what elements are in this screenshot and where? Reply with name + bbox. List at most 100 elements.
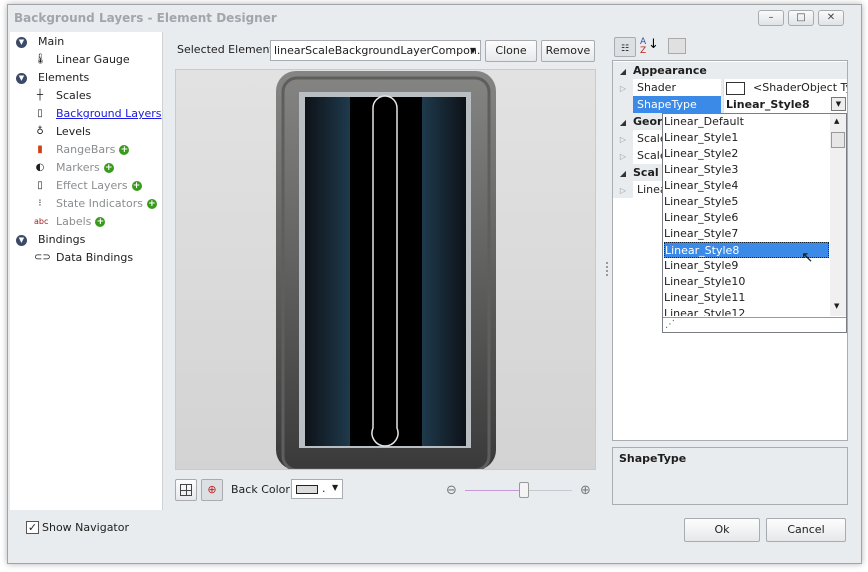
- tree-item[interactable]: ▮ RangeBars +: [34, 141, 130, 159]
- clone-button[interactable]: Clone: [485, 40, 537, 62]
- maximize-button[interactable]: □: [788, 10, 814, 26]
- close-button[interactable]: ✕: [818, 10, 844, 26]
- add-icon[interactable]: +: [95, 217, 106, 227]
- tree-item[interactable]: ┼ Scales: [34, 87, 91, 105]
- tree-item-label: Levels: [56, 125, 91, 138]
- zoom-out-icon[interactable]: ⊖: [446, 484, 457, 497]
- dropdown-option[interactable]: Linear_Style5: [664, 194, 829, 210]
- thermometer-icon: 🌡: [34, 54, 47, 65]
- center-target-button[interactable]: ⊕: [201, 479, 223, 501]
- zoom-slider-thumb[interactable]: [518, 482, 529, 498]
- property-category[interactable]: ◢ Appearance: [613, 62, 847, 79]
- resize-grip[interactable]: ⋰: [663, 317, 846, 332]
- cancel-button[interactable]: Cancel: [766, 518, 846, 542]
- dropdown-button[interactable]: ▼: [831, 97, 846, 111]
- expand-icon[interactable]: ▷: [613, 182, 633, 198]
- sort-az-icon: AZ: [640, 37, 647, 56]
- property-value-text: Linear_Style8: [726, 98, 810, 111]
- expand-icon[interactable]: ▷: [613, 80, 633, 96]
- tree-category[interactable]: ▼ Bindings: [16, 231, 85, 249]
- rangebar-icon: ▮: [37, 144, 43, 155]
- dropdown-option[interactable]: Linear_Style3: [664, 162, 829, 178]
- resize-grip-icon: ⋰: [665, 319, 675, 330]
- tree-item[interactable]: ⊂⊃ Data Bindings: [34, 249, 133, 267]
- tree-item[interactable]: 🌡 Linear Gauge: [34, 51, 130, 69]
- labels-icon: abc: [34, 217, 49, 226]
- property-name: Shader: [633, 79, 721, 96]
- tree-category[interactable]: ▼ Main: [16, 33, 64, 51]
- tree-item-label: RangeBars: [56, 143, 116, 156]
- property-value[interactable]: ▼ Linear_Style8: [723, 96, 847, 113]
- show-navigator-label: Show Navigator: [42, 521, 130, 534]
- checkmark-icon: ✓: [27, 521, 38, 534]
- show-navigator-checkbox[interactable]: ✓: [26, 521, 39, 534]
- selected-element-combo[interactable]: linearScaleBackgroundLayerCompon... ▼: [270, 40, 481, 61]
- splitter-handle[interactable]: [606, 262, 608, 276]
- layout-toggle-button[interactable]: [175, 479, 197, 501]
- collapse-icon[interactable]: ◢: [613, 165, 633, 181]
- shape-type-dropdown[interactable]: Linear_Default Linear_Style1 Linear_Style2…: [662, 113, 847, 333]
- element-tree: ▼ Main 🌡 Linear Gauge ▼ Elements ┼ Scales ▯ Backg…: [10, 32, 163, 510]
- expand-icon[interactable]: ▷: [613, 131, 633, 147]
- categorized-button[interactable]: ☷: [614, 37, 636, 57]
- scroll-down-icon[interactable]: ▼: [834, 302, 839, 310]
- dropdown-option[interactable]: Linear_Style6: [664, 210, 829, 226]
- collapse-icon[interactable]: ▼: [16, 234, 27, 246]
- thermometer-tube: [371, 95, 399, 447]
- dropdown-option[interactable]: Linear_Style2: [664, 146, 829, 162]
- dropdown-option[interactable]: Linear_Style10: [664, 274, 829, 290]
- tree-item[interactable]: ▯ Background Layers: [34, 105, 161, 123]
- chevron-down-icon: ▼: [332, 483, 339, 492]
- add-icon[interactable]: +: [103, 163, 114, 173]
- ok-button[interactable]: Ok: [684, 518, 760, 542]
- collapse-icon[interactable]: ◢: [613, 114, 633, 130]
- tree-item[interactable]: ♁ Levels: [34, 123, 91, 141]
- property-row[interactable]: ▷Shader <ShaderObject Type: [613, 79, 847, 96]
- dropdown-option[interactable]: Linear_Style1: [664, 130, 829, 146]
- scroll-up-icon[interactable]: ▲: [834, 117, 839, 125]
- tree-item[interactable]: ▯ Effect Layers +: [34, 177, 142, 195]
- add-icon[interactable]: +: [146, 199, 157, 209]
- zoom-slider-fill: [465, 490, 524, 491]
- tree-item[interactable]: ◐ Markers +: [34, 159, 114, 177]
- tree-item-label: Labels: [56, 215, 92, 228]
- property-pages-icon[interactable]: [668, 38, 686, 54]
- dropdown-option[interactable]: Linear_Style7: [664, 226, 829, 242]
- linear-gauge-image: [176, 70, 595, 469]
- property-value[interactable]: <ShaderObject Type: [723, 79, 847, 96]
- back-color-picker[interactable]: . ▼: [291, 479, 343, 499]
- target-icon: ⊕: [207, 483, 217, 496]
- collapse-icon[interactable]: ▼: [16, 72, 27, 84]
- tree-item[interactable]: ⁝ State Indicators +: [34, 195, 157, 213]
- collapse-icon[interactable]: ◢: [613, 63, 633, 79]
- dropdown-option[interactable]: Linear_Style12: [664, 306, 829, 316]
- tree-item-label: Data Bindings: [56, 251, 134, 264]
- minimize-button[interactable]: –: [758, 10, 784, 26]
- dropdown-option[interactable]: Linear_Style4: [664, 178, 829, 194]
- expand-icon[interactable]: ▷: [613, 148, 633, 164]
- selected-element-label: Selected Element:: [177, 43, 278, 56]
- property-name: Scal: [633, 166, 659, 179]
- remove-button[interactable]: Remove: [541, 40, 595, 62]
- tree-item-label: Markers: [56, 161, 100, 174]
- property-name: Geor: [633, 115, 663, 128]
- dropdown-option[interactable]: Linear_Style11: [664, 290, 829, 306]
- dropdown-scrollbar[interactable]: ▲ ▼: [830, 114, 846, 316]
- effect-layer-icon: ▯: [37, 180, 43, 191]
- tree-item-label: Bindings: [38, 233, 86, 246]
- add-icon[interactable]: +: [119, 145, 130, 155]
- alphabetical-sort-button[interactable]: A Z ↓: [640, 37, 659, 56]
- tree-item-label: Scales: [56, 89, 92, 102]
- dropdown-option[interactable]: Linear_Default: [664, 114, 829, 130]
- window-title: Background Layers - Element Designer: [14, 11, 277, 25]
- tree-item[interactable]: abc Labels +: [34, 213, 106, 231]
- collapse-icon[interactable]: ▼: [16, 36, 27, 48]
- zoom-in-icon[interactable]: ⊕: [580, 484, 591, 497]
- tree-category[interactable]: ▼ Elements: [16, 69, 89, 87]
- scale-icon: ┼: [36, 90, 44, 101]
- data-binding-icon: ⊂⊃: [34, 252, 51, 263]
- back-color-value: .: [322, 482, 326, 495]
- property-row[interactable]: ShapeType ▼ Linear_Style8: [613, 96, 847, 113]
- add-icon[interactable]: +: [131, 181, 142, 191]
- scrollbar-thumb[interactable]: [831, 132, 845, 148]
